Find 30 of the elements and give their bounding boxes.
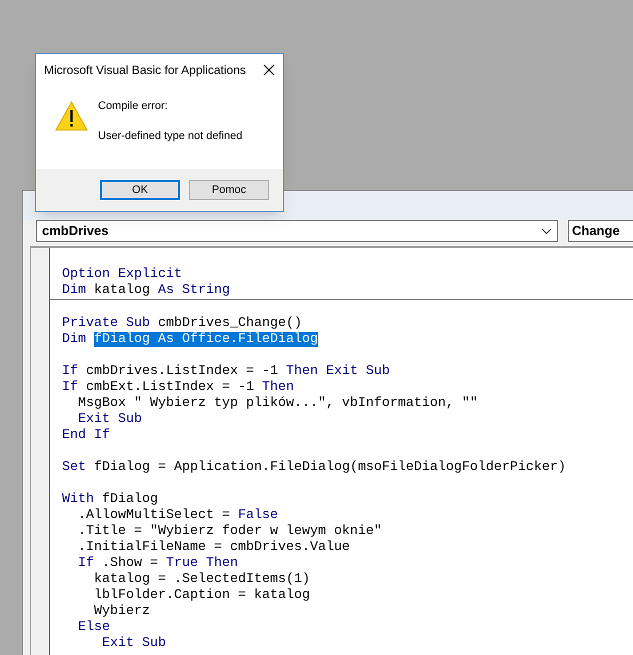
code-line: .AllowMultiSelect = False bbox=[76, 508, 278, 524]
dialog-title: Microsoft Visual Basic for Applications bbox=[44, 62, 246, 78]
code-line: lblFolder.Caption = katalog bbox=[92, 588, 310, 604]
code-line: MsgBox " Wybierz typ plików...", vbInformation, "" bbox=[76, 396, 478, 412]
code-line: Wybierz bbox=[92, 604, 150, 620]
code-line: Option Explicit bbox=[62, 267, 182, 283]
code-line: End If bbox=[62, 428, 110, 444]
code-line: If cmbExt.ListIndex = -1 Then bbox=[62, 380, 294, 396]
code-line: .InitialFileName = cmbDrives.Value bbox=[76, 540, 350, 556]
chevron-down-icon bbox=[541, 228, 552, 234]
code-line: Exit Sub bbox=[76, 412, 142, 428]
code-line: Set fDialog = Application.FileDialog(msoFileDialogFolderPicker) bbox=[62, 460, 566, 476]
code-line: Exit Sub bbox=[100, 636, 166, 652]
dialog-button[interactable]: Pomoc bbox=[189, 180, 269, 200]
error-heading: Compile error: bbox=[98, 99, 169, 114]
code-line: Dim fDialog As Office.FileDialog bbox=[62, 332, 318, 348]
close-icon[interactable] bbox=[263, 64, 275, 76]
warning-icon bbox=[55, 101, 88, 131]
object-combo[interactable]: cmbDrives bbox=[36, 220, 558, 242]
code-line: If .Show = True Then bbox=[76, 556, 238, 572]
code-line: Private Sub cmbDrives_Change() bbox=[62, 316, 302, 332]
code-line: Else bbox=[76, 620, 110, 636]
procedure-combo[interactable]: Change bbox=[568, 220, 633, 242]
error-message: User-defined type not defined bbox=[98, 128, 242, 144]
code-line: Dim katalog As String bbox=[62, 283, 230, 299]
code-line: If cmbDrives.ListIndex = -1 Then Exit Sub bbox=[62, 364, 390, 380]
code-line: With fDialog bbox=[62, 492, 158, 508]
code-line: katalog = .SelectedItems(1) bbox=[92, 572, 310, 588]
dialog-button[interactable]: OK bbox=[100, 180, 180, 200]
code-line: .Title = "Wybierz foder w lewym oknie" bbox=[76, 524, 382, 540]
